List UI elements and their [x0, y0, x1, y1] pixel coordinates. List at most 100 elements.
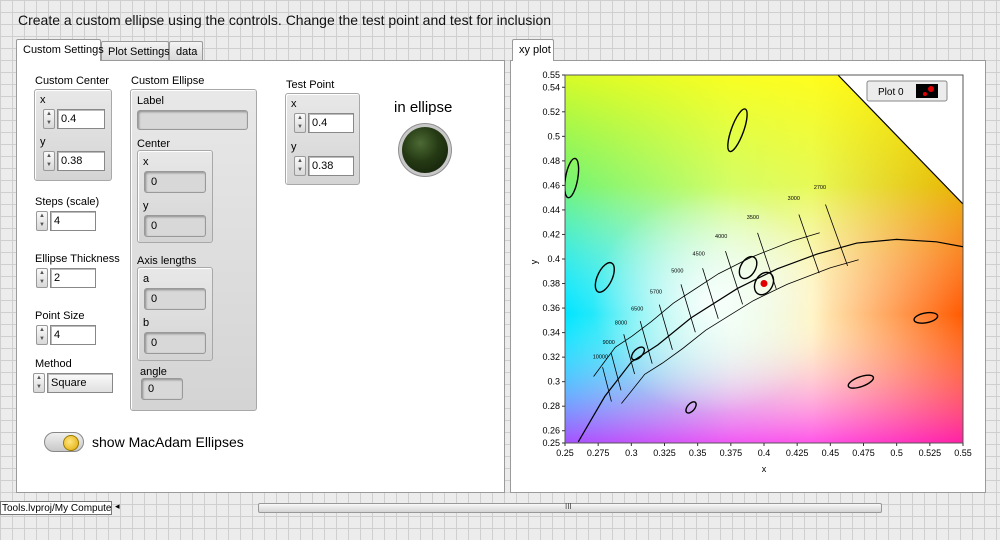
custom-ellipse-label-label: Label: [137, 95, 164, 107]
y-tick-label: 0.32: [542, 352, 560, 362]
cct-label: 3500: [747, 215, 759, 221]
y-tick-label: 0.46: [542, 180, 560, 190]
y-tick-label: 0.3: [547, 377, 560, 387]
custom-ellipse-title: Custom Ellipse: [131, 75, 205, 87]
y-tick-label: 0.28: [542, 401, 560, 411]
test-point-y-control[interactable]: ▲ ▼ 0.38: [294, 156, 354, 176]
axis-a-indicator: 0: [144, 288, 206, 310]
x-tick-label: 0.3: [625, 448, 638, 458]
center-cluster: x 0 y 0: [137, 150, 213, 243]
y-tick-label: 0.55: [542, 70, 560, 80]
y-tick-label: 0.42: [542, 229, 560, 239]
tab-data[interactable]: data: [169, 41, 203, 61]
cct-label: 4000: [715, 234, 727, 240]
test-point-x-control[interactable]: ▲ ▼ 0.4: [294, 113, 354, 133]
y-ticks: 0.25 0.26 0.28 0.3 0.32 0.34 0.36 0.38 0.4 0.42 0.…: [542, 70, 565, 448]
y-tick-label: 0.48: [542, 156, 560, 166]
x-tick-label: 0.525: [919, 448, 942, 458]
macadam-toggle[interactable]: [44, 432, 84, 452]
point-size-control[interactable]: ▲ ▼ 4: [36, 325, 96, 345]
angle-indicator: 0: [141, 378, 183, 400]
y-tick-label: 0.38: [542, 279, 560, 289]
plot-legend[interactable]: Plot 0: [866, 80, 948, 102]
legend-point-icon: [923, 92, 927, 96]
custom-center-y-control[interactable]: ▲ ▼ 0.38: [43, 151, 105, 171]
xy-graph[interactable]: 1000090008000650057005000450040003500300…: [510, 60, 986, 492]
test-point-y-field[interactable]: 0.38: [308, 156, 354, 176]
cct-label: 4500: [693, 252, 705, 258]
custom-center-x-field[interactable]: 0.4: [57, 109, 105, 129]
x-tick-label: 0.5: [890, 448, 903, 458]
tab-custom-settings[interactable]: Custom Settings: [16, 39, 104, 61]
spinner-icon[interactable]: ▲ ▼: [36, 325, 48, 345]
y-tick-label: 0.26: [542, 426, 560, 436]
y-tick-label: 0.36: [542, 303, 560, 313]
spinner-icon[interactable]: ▲ ▼: [43, 151, 55, 171]
scroll-left-icon[interactable]: ◂: [115, 501, 120, 512]
scroll-grip-icon: III: [565, 502, 572, 511]
instructions-text: Create a custom ellipse using the contro…: [18, 12, 552, 28]
in-ellipse-label: in ellipse: [394, 99, 453, 116]
method-field[interactable]: Square: [47, 373, 113, 393]
x-axis-label: x: [762, 464, 767, 474]
spinner-icon[interactable]: ▲ ▼: [33, 373, 45, 393]
y-axis-label: y: [529, 259, 539, 264]
cct-label: 6500: [631, 307, 643, 313]
test-point-x-field[interactable]: 0.4: [308, 113, 354, 133]
legend-swatch: [916, 84, 938, 98]
x-tick-label: 0.475: [852, 448, 875, 458]
custom-ellipse-label-field: [137, 110, 248, 130]
steps-label: Steps (scale): [35, 196, 100, 208]
steps-control[interactable]: ▲ ▼ 4: [36, 211, 96, 231]
custom-center-title: Custom Center: [35, 75, 109, 87]
method-label: Method: [35, 358, 72, 370]
axis-b-label: b: [143, 317, 150, 329]
y-tick-label: 0.54: [542, 82, 560, 92]
spinner-icon[interactable]: ▲ ▼: [43, 109, 55, 129]
spinner-icon[interactable]: ▲ ▼: [294, 113, 306, 133]
custom-ellipse-cluster: Label Center x 0 y 0 Axis lengths a 0 b …: [130, 89, 257, 411]
point-size-field[interactable]: 4: [50, 325, 96, 345]
custom-center-cluster: x ▲ ▼ 0.4 y ▲ ▼ 0.38: [34, 89, 112, 181]
center-y-indicator: 0: [144, 215, 206, 237]
legend-point-icon: [928, 86, 934, 92]
y-tick-label: 0.25: [542, 438, 560, 448]
center-label: Center: [137, 138, 171, 150]
macadam-label: show MacAdam Ellipses: [92, 434, 244, 450]
spinner-icon[interactable]: ▲ ▼: [36, 211, 48, 231]
cct-label: 5700: [650, 289, 662, 295]
test-point-cluster: x ▲ ▼ 0.4 y ▲ ▼ 0.38: [285, 93, 360, 185]
x-tick-label: 0.35: [689, 448, 707, 458]
horizontal-scrollbar[interactable]: III: [258, 502, 882, 513]
center-x-indicator: 0: [144, 171, 206, 193]
center-y-label: y: [143, 200, 149, 212]
x-tick-label: 0.325: [653, 448, 676, 458]
x-tick-label: 0.45: [822, 448, 840, 458]
spinner-icon[interactable]: ▲ ▼: [294, 156, 306, 176]
cct-label: 8000: [615, 320, 627, 326]
spinner-icon[interactable]: ▲ ▼: [36, 268, 48, 288]
cct-label: 3000: [788, 196, 800, 202]
custom-center-y-label: y: [40, 136, 46, 148]
custom-center-x-label: x: [40, 94, 46, 106]
x-tick-label: 0.55: [954, 448, 972, 458]
tab-plot-settings[interactable]: Plot Settings: [101, 41, 170, 61]
y-tick-label: 0.44: [542, 205, 560, 215]
tab-xy-plot[interactable]: xy plot: [512, 39, 554, 61]
custom-center-y-field[interactable]: 0.38: [57, 151, 105, 171]
x-tick-label: 0.275: [587, 448, 610, 458]
x-tick-label: 0.425: [786, 448, 809, 458]
ellipse-thickness-field[interactable]: 2: [50, 268, 96, 288]
x-tick-label: 0.4: [758, 448, 771, 458]
cct-label: 5000: [671, 268, 683, 274]
method-ring-control[interactable]: ▲ ▼ Square: [33, 373, 113, 393]
point-size-label: Point Size: [35, 310, 85, 322]
ellipse-thickness-label: Ellipse Thickness: [35, 253, 120, 265]
steps-field[interactable]: 4: [50, 211, 96, 231]
x-ticks: 0.25 0.275 0.3 0.325 0.35 0.375 0.4 0.425 0.45 0.…: [556, 443, 972, 458]
ellipse-thickness-control[interactable]: ▲ ▼ 2: [36, 268, 96, 288]
legend-label: Plot 0: [878, 87, 904, 98]
custom-center-x-control[interactable]: ▲ ▼ 0.4: [43, 109, 105, 129]
y-tick-label: 0.4: [547, 254, 560, 264]
test-point-x-label: x: [291, 98, 297, 110]
